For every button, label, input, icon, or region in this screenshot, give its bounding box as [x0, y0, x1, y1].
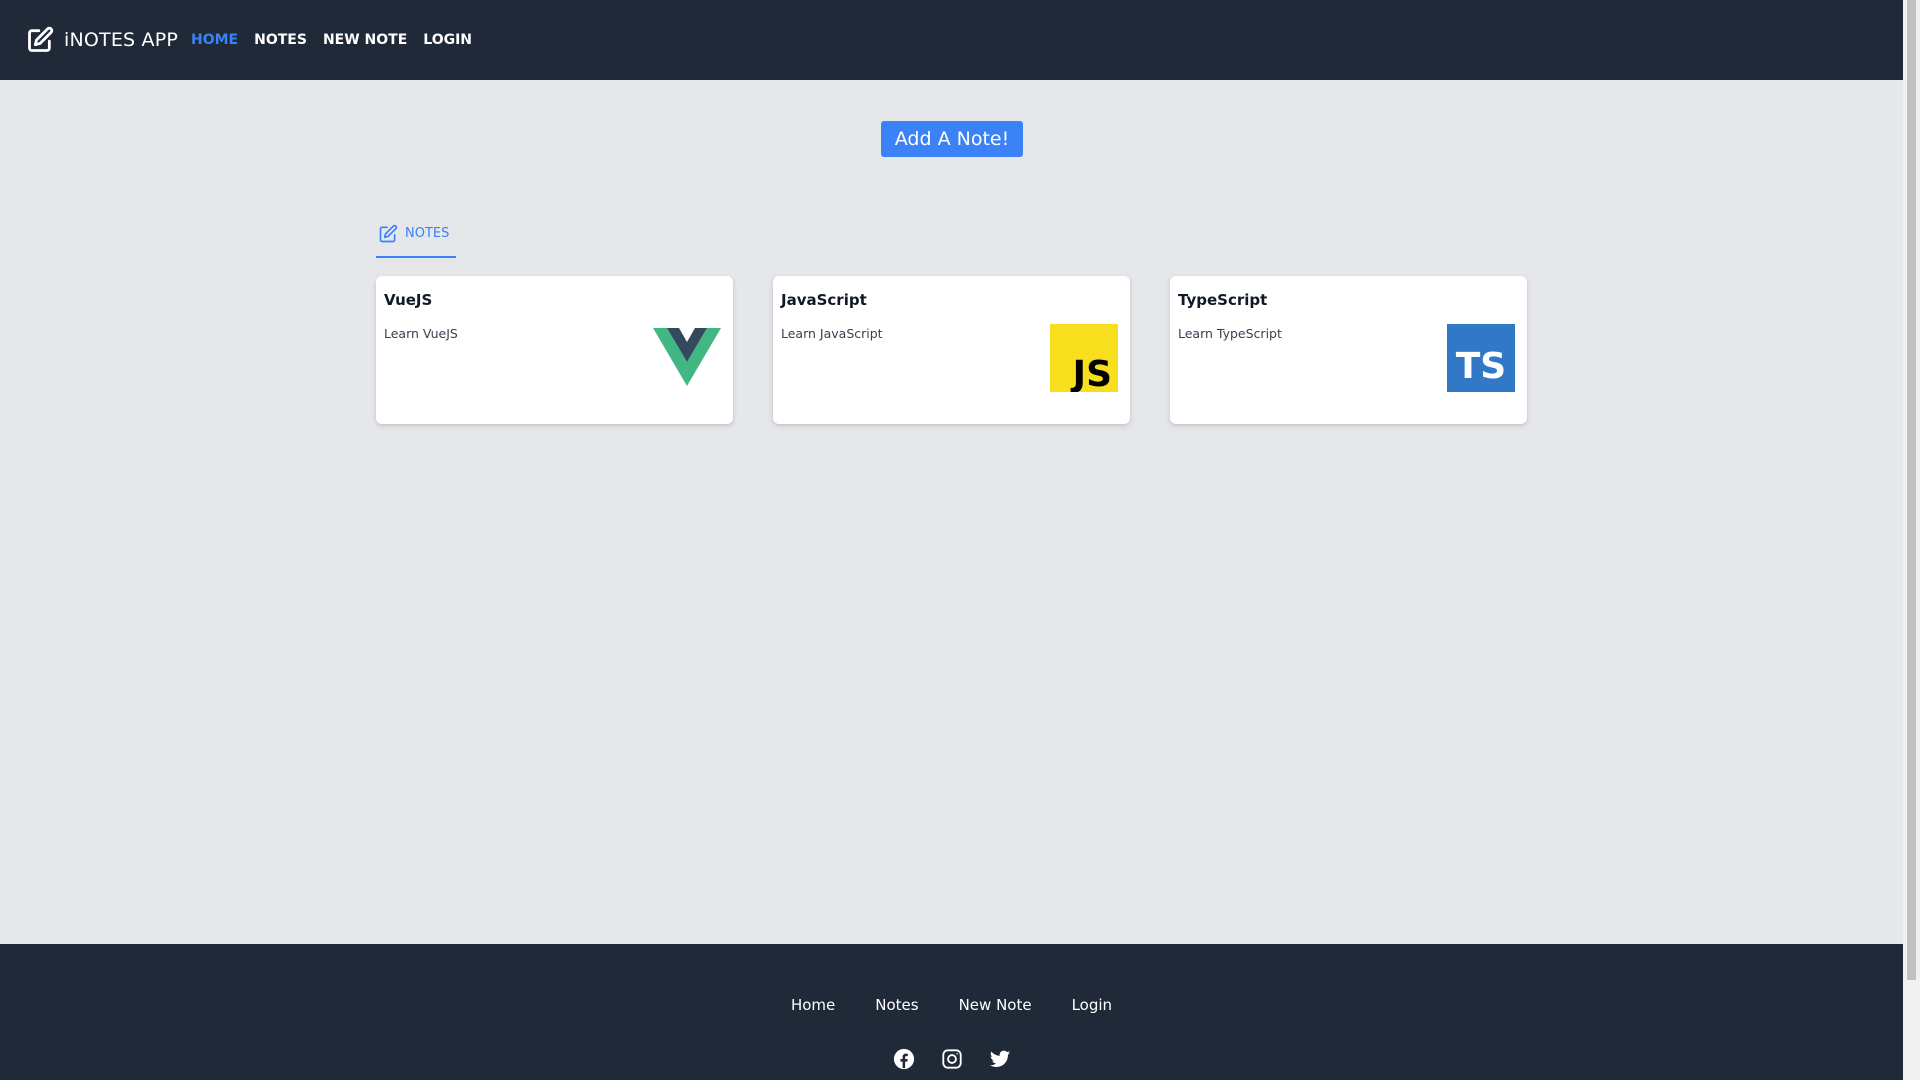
note-title: TypeScript — [1178, 291, 1268, 309]
footer-link-login[interactable]: Login — [1072, 996, 1112, 1014]
notes-section-label: NOTES — [405, 226, 450, 241]
note-card[interactable]: VueJS Learn VueJS — [376, 276, 733, 424]
brand[interactable]: iNOTES APP — [26, 24, 178, 56]
add-note-button[interactable]: Add A Note! — [881, 121, 1023, 157]
page: iNOTES APP HOME NOTES NEW NOTE LOGIN Add… — [0, 0, 1903, 1080]
top-navbar: iNOTES APP HOME NOTES NEW NOTE LOGIN — [0, 0, 1903, 80]
instagram-icon[interactable] — [941, 1048, 963, 1070]
nav-notes[interactable]: NOTES — [254, 32, 307, 48]
note-description: Learn TypeScript — [1178, 326, 1282, 341]
vertical-scrollbar[interactable] — [1903, 0, 1920, 1080]
nav-new-note[interactable]: NEW NOTE — [323, 32, 407, 48]
brand-name: iNOTES APP — [64, 29, 179, 51]
note-card[interactable]: TypeScript Learn TypeScript TS — [1170, 276, 1527, 424]
svg-text:TS: TS — [1456, 346, 1506, 387]
note-title: JavaScript — [781, 291, 867, 309]
typescript-logo-icon: TS — [1447, 324, 1515, 392]
footer-link-new-note[interactable]: New Note — [959, 996, 1032, 1014]
edit-note-icon — [28, 26, 54, 52]
twitter-icon[interactable] — [989, 1048, 1011, 1070]
notes-section-tab[interactable]: NOTES — [376, 222, 456, 258]
nav-links: HOME NOTES NEW NOTE LOGIN — [191, 0, 472, 80]
javascript-logo-icon: JS — [1050, 324, 1118, 392]
footer-link-notes[interactable]: Notes — [875, 996, 918, 1014]
note-card[interactable]: JavaScript Learn JavaScript JS — [773, 276, 1130, 424]
footer: Home Notes New Note Login — [0, 944, 1903, 1080]
vue-logo-icon — [653, 328, 721, 386]
note-title: VueJS — [384, 291, 433, 309]
note-description: Learn VueJS — [384, 326, 458, 341]
edit-note-icon — [379, 224, 398, 243]
svg-text:JS: JS — [1070, 354, 1112, 392]
nav-home[interactable]: HOME — [191, 32, 238, 48]
nav-login[interactable]: LOGIN — [423, 32, 472, 48]
note-description: Learn JavaScript — [781, 326, 883, 341]
scrollbar-thumb[interactable] — [1907, 0, 1916, 980]
footer-links: Home Notes New Note Login — [0, 996, 1903, 1014]
social-links — [0, 1048, 1903, 1070]
facebook-icon[interactable] — [893, 1048, 915, 1070]
footer-link-home[interactable]: Home — [791, 996, 835, 1014]
